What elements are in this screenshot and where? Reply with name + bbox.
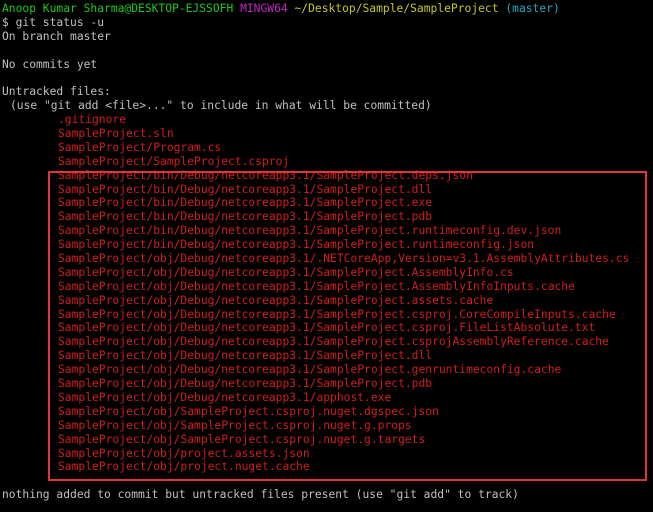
command-line: $ git status -u: [2, 15, 105, 29]
untracked-file: SampleProject/obj/Debug/netcoreapp3.1/Sa…: [58, 335, 609, 349]
untracked-file: SampleProject/obj/Debug/netcoreapp3.1/.N…: [58, 252, 630, 266]
untracked-file: SampleProject/obj/Debug/netcoreapp3.1/Sa…: [58, 321, 596, 335]
untracked-file: SampleProject/obj/Debug/netcoreapp3.1/Sa…: [58, 307, 616, 321]
untracked-file: SampleProject/obj/SampleProject.csproj.n…: [58, 404, 439, 418]
prompt-shell: MINGW64: [240, 2, 288, 15]
untracked-file: SampleProject/obj/Debug/netcoreapp3.1/Sa…: [58, 349, 433, 363]
untracked-file: SampleProject/bin/Debug/netcoreapp3.1/Sa…: [58, 168, 473, 182]
untracked-file: SampleProject/bin/Debug/netcoreapp3.1/Sa…: [58, 224, 562, 238]
untracked-file: SampleProject/obj/project.assets.json: [58, 446, 310, 460]
untracked-build-files-list: SampleProject/bin/Debug/netcoreapp3.1/Sa…: [0, 169, 653, 475]
git-add-hint: (use "git add <file>..." to include in w…: [10, 99, 432, 113]
untracked-file: SampleProject/obj/Debug/netcoreapp3.1/Sa…: [58, 265, 514, 279]
untracked-file: SampleProject.sln: [58, 127, 174, 141]
terminal-window[interactable]: Anoop Kumar Sharma@DESKTOP-EJSSOFH MINGW…: [0, 0, 653, 512]
untracked-file: SampleProject/obj/project.nuget.cache: [58, 460, 310, 474]
no-commits-text: No commits yet: [2, 57, 98, 71]
untracked-files-list: .gitignore SampleProject.sln SampleProject…: [0, 113, 653, 169]
status-footer: nothing added to commit but untracked fi…: [2, 488, 519, 502]
untracked-file: SampleProject/obj/SampleProject.csproj.n…: [58, 432, 426, 446]
untracked-file: SampleProject/Program.cs: [58, 140, 222, 154]
on-branch-text: On branch master: [2, 29, 111, 43]
untracked-file: SampleProject/obj/Debug/netcoreapp3.1/Sa…: [58, 293, 494, 307]
untracked-file: SampleProject/bin/Debug/netcoreapp3.1/Sa…: [58, 182, 433, 196]
prompt-cwd: ~/Desktop/Sample/SampleProject: [294, 2, 499, 15]
untracked-file: SampleProject/obj/Debug/netcoreapp3.1/Sa…: [58, 377, 433, 391]
untracked-file: SampleProject/bin/Debug/netcoreapp3.1/Sa…: [58, 196, 433, 210]
untracked-file: SampleProject/bin/Debug/netcoreapp3.1/Sa…: [58, 238, 535, 252]
untracked-file: SampleProject/bin/Debug/netcoreapp3.1/Sa…: [58, 210, 433, 224]
untracked-file: SampleProject/obj/Debug/netcoreapp3.1/Sa…: [58, 279, 575, 293]
untracked-header: Untracked files:: [2, 85, 111, 99]
prompt-branch: (master): [505, 2, 560, 15]
prompt-line: Anoop Kumar Sharma@DESKTOP-EJSSOFH MINGW…: [0, 2, 653, 16]
untracked-file: SampleProject/obj/Debug/netcoreapp3.1/ap…: [58, 390, 392, 404]
untracked-file: SampleProject/SampleProject.csproj: [58, 154, 290, 168]
untracked-file: SampleProject/obj/Debug/netcoreapp3.1/Sa…: [58, 363, 562, 377]
prompt-user-host: Anoop Kumar Sharma@DESKTOP-EJSSOFH: [2, 2, 234, 15]
untracked-file: .gitignore: [58, 113, 127, 127]
untracked-file: SampleProject/obj/SampleProject.csproj.n…: [58, 418, 412, 432]
